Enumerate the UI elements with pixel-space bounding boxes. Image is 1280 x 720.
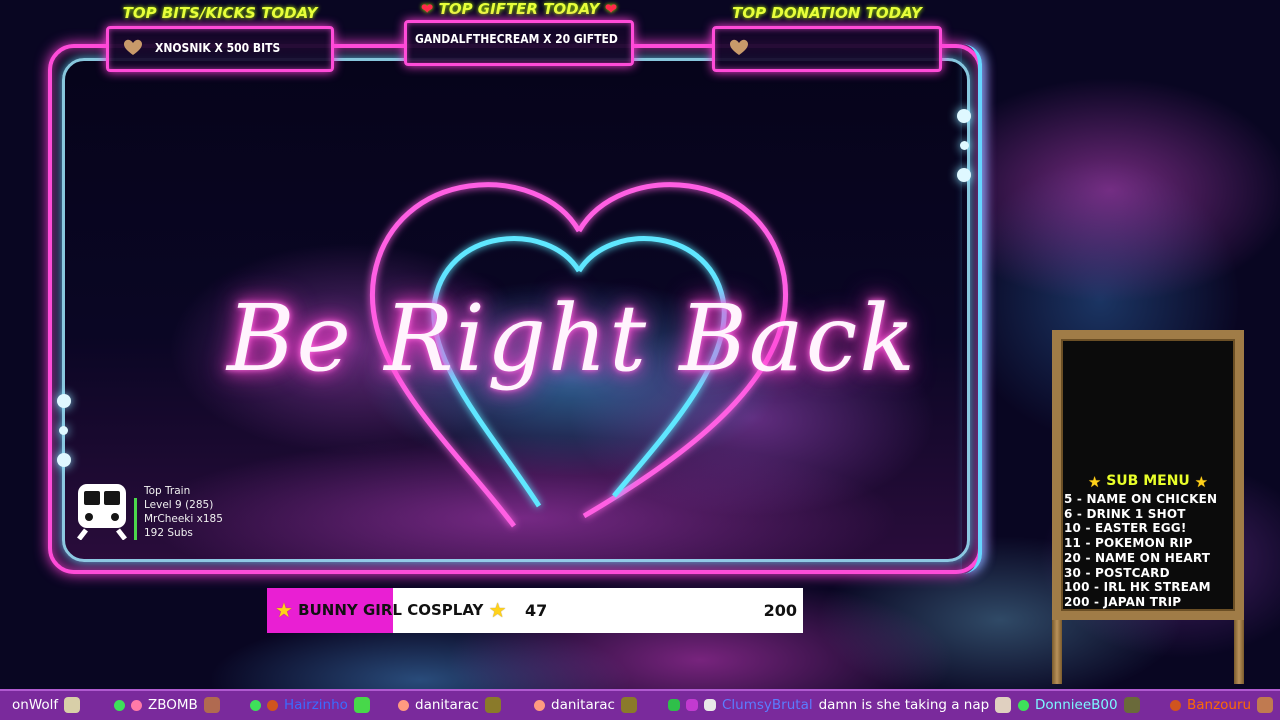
top-gifter-box: GANDALFTHECREAM X 20 GIFTED: [404, 20, 634, 66]
goal-label: BUNNY GIRL COSPLAY: [298, 601, 484, 619]
sub-menu-title-wrap: ★ SUB MENU ★: [1061, 473, 1235, 491]
emote-icon: [620, 697, 637, 713]
star-icon: ★: [1087, 473, 1102, 491]
chat-username: danitarac: [415, 697, 479, 713]
emote-icon: [1257, 697, 1274, 713]
chat-username: danitarac: [551, 697, 615, 713]
light-dot: [957, 109, 971, 123]
sub-menu-item: 5 - NAME ON CHICKEN: [1064, 492, 1218, 506]
light-dot: [59, 426, 68, 435]
chat-username: ClumsyBrutal: [722, 697, 813, 713]
badge-icon: [114, 699, 125, 711]
chat-message: danitarac: [534, 697, 637, 713]
badge-icon: [704, 699, 716, 711]
top-bits-widget: TOP BITS/KICKS TODAY XNOSNIK X 500 BITS: [106, 4, 334, 72]
chat-username: ZBOMB: [148, 697, 198, 713]
chat-message: ClumsyBrutal damn is she taking a nap: [668, 697, 1012, 713]
light-dot: [957, 168, 971, 182]
chat-text: damn is she taking a nap: [818, 697, 990, 713]
top-gifter-value: GANDALFTHECREAM X 20 GIFTED: [415, 32, 618, 46]
chat-message: Banzouru: [1170, 697, 1274, 713]
train-label: Top Train: [144, 485, 191, 497]
top-bits-value: XNOSNIK X 500 BITS: [155, 41, 281, 55]
sub-menu-item: 100 - IRL HK STREAM: [1064, 580, 1211, 595]
badge-icon: [668, 699, 680, 711]
sub-menu-item: 20 - NAME ON HEART: [1064, 550, 1211, 565]
chat-username: Banzouru: [1187, 697, 1252, 713]
badge-icon: [1170, 699, 1181, 711]
emote-icon: [995, 697, 1012, 713]
emote-icon: [353, 697, 370, 713]
light-dot: [57, 394, 71, 408]
heart-badge-icon: [131, 699, 142, 711]
goal-current: 47: [525, 601, 548, 620]
heart-badge-icon: [398, 699, 409, 711]
right-neon-edge: [962, 44, 982, 574]
sub-menu-board: ★ SUB MENU ★ 5 - NAME ON CHICKEN 6 - DRI…: [1052, 330, 1244, 620]
star-icon: ★: [1194, 473, 1209, 491]
train-icon: [77, 484, 127, 540]
sub-goal-bar: ★ BUNNY GIRL COSPLAY ★ 47 200: [267, 588, 803, 633]
sub-menu-item: 11 - POKEMON RIP: [1064, 536, 1193, 551]
heart-badge-icon: [534, 699, 545, 711]
emote-icon: [1123, 697, 1140, 713]
train-user: MrCheeki x185: [144, 513, 223, 525]
train-level: Level 9 (285): [144, 499, 214, 511]
badge-icon: [267, 699, 278, 711]
train-progress-bar: [134, 498, 137, 540]
train-info: Top Train Level 9 (285) MrCheeki x185 19…: [144, 484, 223, 540]
red-heart-icon: ❤: [420, 0, 434, 18]
train-subs: 192 Subs: [144, 527, 193, 539]
sub-menu-item: 6 - DRINK 1 SHOT: [1064, 506, 1186, 521]
star-icon: ★: [275, 598, 293, 622]
top-gifter-widget: ❤ TOP GIFTER TODAY ❤ GANDALFTHECREAM X 2…: [404, 0, 634, 70]
goal-target: 200: [763, 601, 797, 620]
red-heart-icon: ❤: [604, 0, 618, 18]
sub-menu-item: 30 - POSTCARD: [1064, 565, 1170, 580]
light-dot: [57, 453, 71, 467]
top-gifter-heading-wrap: ❤ TOP GIFTER TODAY ❤: [404, 0, 634, 18]
badge-icon: [686, 699, 698, 711]
top-gifter-heading: TOP GIFTER TODAY: [438, 0, 600, 18]
chat-username: onWolf: [12, 697, 59, 713]
light-dot: [960, 141, 969, 150]
chat-message: danitarac: [398, 697, 501, 713]
heart-icon: [730, 39, 748, 55]
badge-icon: [250, 699, 261, 711]
goal-label-wrap: ★ BUNNY GIRL COSPLAY ★: [275, 588, 507, 633]
chat-username: Hairzinho: [284, 697, 348, 713]
hype-train-widget: Top Train Level 9 (285) MrCheeki x185 19…: [76, 482, 256, 544]
chat-message: Hairzinho: [250, 697, 370, 713]
sub-menu-item: 10 - EASTER EGG!: [1064, 521, 1187, 536]
heart-icon: [124, 39, 142, 55]
chat-ticker: onWolf ZBOMB Hairzinho danitarac danitar…: [0, 689, 1280, 720]
chat-message: ZBOMB: [114, 697, 220, 713]
emote-icon: [64, 697, 81, 713]
star-icon: ★: [488, 598, 507, 622]
top-bits-heading: TOP BITS/KICKS TODAY: [122, 4, 318, 22]
emote-icon: [484, 697, 501, 713]
chat-message: DonnieeB00: [1018, 697, 1140, 713]
chat-message: onWolf: [12, 697, 81, 713]
top-donation-box: [712, 26, 942, 72]
sub-menu-item: 200 - JAPAN TRIP: [1064, 594, 1182, 609]
top-bits-box: XNOSNIK X 500 BITS: [106, 26, 334, 72]
emote-icon: [203, 697, 220, 713]
top-donation-heading: TOP DONATION TODAY: [732, 4, 922, 22]
sub-menu-title: SUB MENU: [1106, 473, 1190, 489]
top-donation-widget: TOP DONATION TODAY: [712, 4, 942, 72]
badge-icon: [1018, 699, 1029, 711]
chat-username: DonnieeB00: [1035, 697, 1118, 713]
sub-menu-list: 5 - NAME ON CHICKEN 6 - DRINK 1 SHOT 10 …: [1064, 492, 1217, 610]
